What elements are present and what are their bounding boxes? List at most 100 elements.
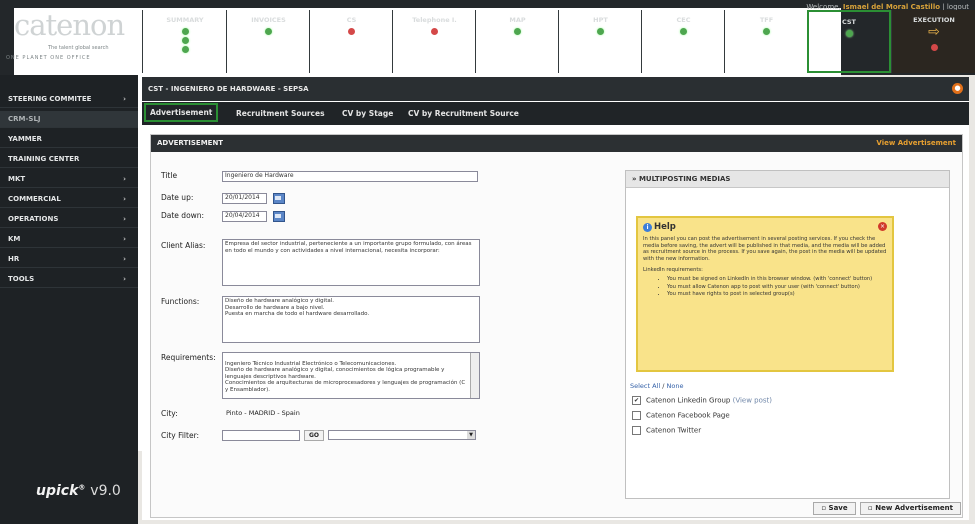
chevron-down-icon: ▼	[467, 431, 475, 439]
date-down-input[interactable]: 20/04/2014	[222, 211, 267, 222]
city-filter-label: City Filter:	[161, 431, 200, 440]
info-icon: i	[643, 223, 652, 232]
status-dot-icon	[597, 28, 604, 35]
functions-textarea[interactable]: Diseño de hardware analógico y digital. …	[222, 296, 480, 343]
city-filter-input[interactable]	[222, 430, 300, 441]
requirements-textarea[interactable]: Ingeniero Técnico Industrial Electrónico…	[222, 352, 480, 399]
section-title: ADVERTISEMENT	[157, 139, 224, 147]
sidebar-item-training-center[interactable]: TRAINING CENTER	[0, 151, 138, 168]
go-button[interactable]: GO	[304, 430, 324, 441]
chevron-right-icon: ›	[123, 95, 126, 103]
city-select[interactable]: ▼	[328, 430, 476, 440]
view-post-link[interactable]: (View post)	[733, 397, 772, 405]
catenon-logo[interactable]: catenon The talent global search ONE PLA…	[0, 0, 841, 451]
top-navigation: SUMMARY INVOICES CS Telephone I. MAP HPT…	[142, 10, 975, 75]
main-panel: CST - INGENIERO DE HARDWARE - SEPSA ● Ad…	[142, 77, 969, 520]
tab-cv-by-recruitment-source[interactable]: CV by Recruitment Source	[408, 106, 519, 121]
help-title: i Help	[643, 222, 676, 232]
sidebar-item-steering-commitee[interactable]: STEERING COMMITEE ›	[0, 91, 138, 108]
client-alias-label: Client Alias:	[161, 241, 206, 250]
client-alias-textarea[interactable]: Empresa del sector industrial, perteneci…	[222, 239, 480, 286]
nav-tff[interactable]: TFF	[724, 10, 808, 73]
calendar-icon[interactable]	[273, 193, 285, 204]
chevron-right-icon: ›	[123, 235, 126, 243]
sidebar-item-commercial[interactable]: COMMERCIAL ›	[0, 191, 138, 208]
status-dot-icon	[514, 28, 521, 35]
sidebar-item-operations[interactable]: OPERATIONS ›	[0, 211, 138, 228]
media-option-linkedin[interactable]: ✔ Catenon Linkedin Group (View post)	[632, 396, 772, 405]
sidebar-item-km[interactable]: KM ›	[0, 231, 138, 248]
sidebar-item-hr[interactable]: HR ›	[0, 251, 138, 268]
status-dot-icon	[181, 28, 189, 35]
checkbox[interactable]	[632, 411, 641, 420]
status-dot-icon	[930, 44, 938, 51]
status-dot-icon	[181, 46, 189, 53]
status-dot-icon	[763, 28, 770, 35]
scrollbar[interactable]	[470, 353, 479, 398]
sidebar-item-crm-slj[interactable]: CRM-SLJ	[0, 111, 138, 128]
city-label: City:	[161, 409, 178, 418]
new-icon: ▫	[868, 504, 873, 512]
logo-tagline: The talent global search	[48, 45, 109, 51]
media-option-facebook[interactable]: Catenon Facebook Page	[632, 411, 730, 420]
save-icon: ▫	[821, 504, 827, 512]
nav-execution[interactable]: EXECUTION ⇨	[891, 10, 975, 73]
title-label: Title	[161, 171, 178, 180]
tab-cv-by-stage[interactable]: CV by Stage	[342, 106, 393, 121]
sidebar-item-yammer[interactable]: YAMMER	[0, 131, 138, 148]
product-logo: upick® v9.0	[36, 483, 121, 499]
media-option-twitter[interactable]: Catenon Twitter	[632, 426, 701, 435]
status-dot-icon	[265, 28, 272, 35]
chevron-right-icon: ›	[123, 275, 126, 283]
sidebar: STEERING COMMITEE › CRM-SLJ YAMMER TRAINI…	[0, 75, 138, 524]
section-header: ADVERTISEMENT View Advertisement	[151, 135, 962, 152]
date-down-label: Date down:	[161, 211, 205, 220]
sidebar-item-tools[interactable]: TOOLS ›	[0, 271, 138, 288]
checkbox[interactable]	[632, 426, 641, 435]
requirements-label: Requirements:	[161, 353, 216, 362]
new-advertisement-button[interactable]: ▫ New Advertisement	[860, 502, 961, 515]
checkbox-checked[interactable]: ✔	[632, 396, 641, 405]
page-title-bar: CST - INGENIERO DE HARDWARE - SEPSA ●	[142, 77, 969, 101]
title-input[interactable]: Ingeniero de Hardware	[222, 171, 478, 182]
city-value: Pinto - MADRID - Spain	[226, 409, 300, 417]
nav-telephone[interactable]: Telephone I.	[392, 10, 476, 73]
chevron-right-icon: ›	[123, 195, 126, 203]
advertisement-panel: ADVERTISEMENT View Advertisement Title I…	[150, 134, 963, 518]
calendar-icon[interactable]	[273, 211, 285, 222]
select-all-none: Select All / None	[630, 382, 684, 390]
status-dot-icon	[845, 30, 853, 37]
nav-cst[interactable]: CST	[807, 10, 891, 73]
view-advertisement-link[interactable]: View Advertisement	[876, 139, 956, 147]
help-box: i Help × In this panel you can post the a…	[636, 216, 894, 372]
status-dot-icon	[680, 28, 687, 35]
top-bar: catenon The talent global search ONE PLA…	[0, 0, 975, 451]
multiposting-panel: » MULTIPOSTING MEDIAS i Help × In this pa…	[625, 170, 950, 499]
tab-bar: Advertisement Recruitment Sources CV by …	[142, 102, 969, 125]
multiposting-header: » MULTIPOSTING MEDIAS	[626, 171, 949, 188]
nav-hpt[interactable]: HPT	[558, 10, 642, 73]
nav-cs[interactable]: CS	[309, 10, 393, 73]
nav-invoices[interactable]: INVOICES	[226, 10, 310, 73]
nav-summary[interactable]: SUMMARY	[142, 10, 227, 73]
status-dot-icon	[348, 28, 355, 35]
tab-recruitment-sources[interactable]: Recruitment Sources	[236, 106, 325, 121]
help-body: In this panel you can post the advertise…	[643, 236, 887, 299]
status-dot-icon	[431, 28, 438, 35]
date-up-input[interactable]: 20/01/2014	[222, 193, 267, 204]
nav-cec[interactable]: CEC	[641, 10, 725, 73]
arrow-right-icon: ⇨	[928, 24, 940, 40]
close-icon[interactable]: ×	[878, 222, 887, 231]
functions-label: Functions:	[161, 297, 200, 306]
alert-icon[interactable]: ●	[952, 83, 963, 94]
sidebar-item-mkt[interactable]: MKT ›	[0, 171, 138, 188]
select-none-link[interactable]: None	[667, 382, 684, 390]
tab-advertisement[interactable]: Advertisement	[144, 103, 219, 122]
logo-subtagline: ONE PLANET ONE OFFICE	[6, 55, 91, 61]
status-dot-icon	[181, 37, 189, 44]
select-all-link[interactable]: Select All	[630, 382, 660, 390]
save-button[interactable]: ▫ Save	[813, 502, 856, 515]
nav-map[interactable]: MAP	[475, 10, 559, 73]
date-up-label: Date up:	[161, 193, 194, 202]
page-title: CST - INGENIERO DE HARDWARE - SEPSA	[148, 85, 309, 93]
